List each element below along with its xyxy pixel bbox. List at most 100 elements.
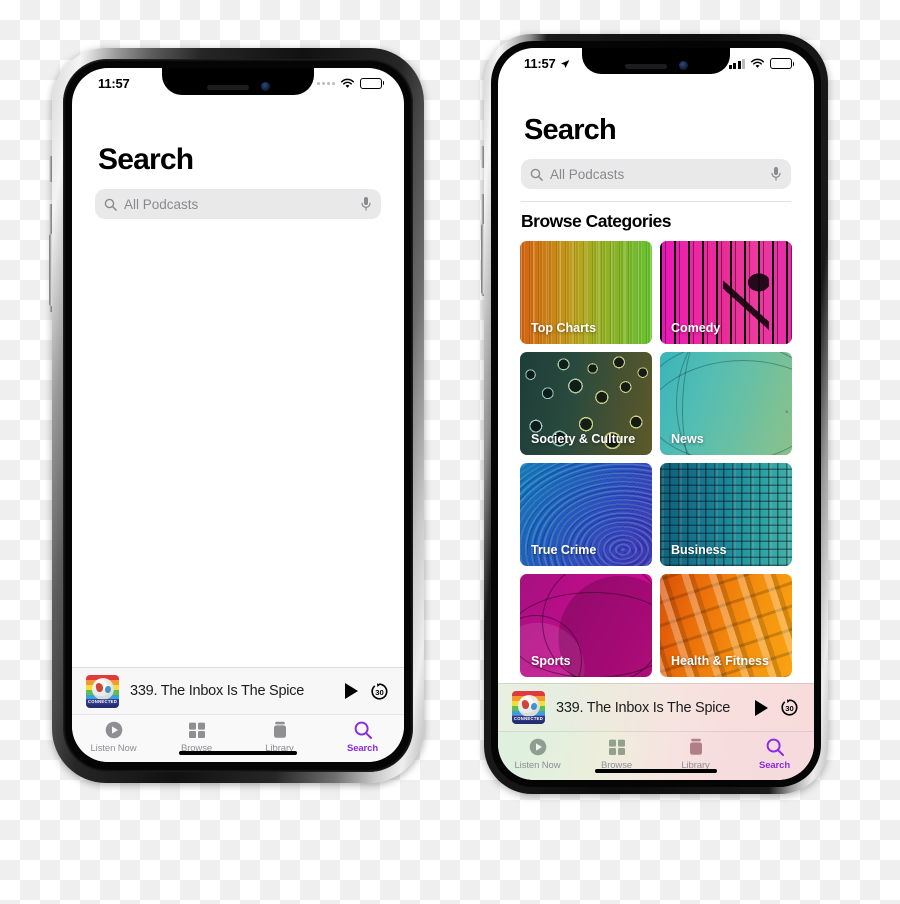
artwork-badge: CONNECTED [86,699,119,706]
home-indicator[interactable] [179,750,297,755]
microphone-icon[interactable] [360,196,372,212]
notch [582,48,730,74]
status-bar-right-group [317,77,382,89]
tab-label: Listen Now [90,743,137,754]
status-bar-left-group: 11:57 [98,76,130,91]
cellular-bars-icon [728,58,745,69]
tab-label: Search [758,760,791,771]
category-label: Comedy [671,321,721,335]
earpiece-speaker-icon [206,85,249,90]
search-page-left: Search All Podcasts [72,68,404,667]
svg-text:30: 30 [375,687,383,696]
play-icon [345,683,358,699]
wifi-icon [340,78,355,88]
bezel: 11:57 Search All Podcasts Browse Categor… [491,41,821,787]
category-label: Sports [531,654,571,668]
globe-icon [91,678,114,701]
cellular-dots-icon [317,81,335,85]
category-tile-news[interactable]: News [660,352,792,455]
category-tile-business[interactable]: Business [660,463,792,566]
app-body-right: Search All Podcasts Browse Categories To… [498,48,814,780]
tab-listen-now[interactable]: Listen Now [498,737,577,780]
phone-right: 11:57 Search All Podcasts Browse Categor… [481,34,828,794]
now-playing-bar[interactable]: CONNECTED 339. The Inbox Is The Spice 30 [72,667,404,714]
page-title: Search [524,114,617,146]
tab-label: Search [346,743,379,754]
skip-forward-30-button[interactable]: 30 [779,697,800,718]
tab-library[interactable]: Library [238,720,321,762]
magnifier-icon [766,738,784,756]
location-arrow-icon [560,59,569,68]
search-input[interactable]: All Podcasts [95,189,381,219]
browse-categories-heading: Browse Categories [521,211,672,231]
category-tile-sports[interactable]: Sports [520,574,652,677]
section-divider [521,201,791,202]
status-bar-left-group: 11:57 [524,56,570,71]
app-body-left: Search All Podcasts CONNECTED 339. The I… [72,68,404,762]
tab-listen-now[interactable]: Listen Now [72,720,155,762]
now-playing-artwork[interactable]: CONNECTED [86,674,119,708]
bezel: 11:57 Search All Podcasts CONNECTED 339.… [63,59,413,772]
tab-browse[interactable]: Browse [155,720,238,762]
screen-right: 11:57 Search All Podcasts Browse Categor… [498,48,814,780]
now-playing-bar[interactable]: CONNECTED 339. The Inbox Is The Spice 30 [498,683,814,731]
tab-search[interactable]: Search [321,720,404,762]
category-tile-society-culture[interactable]: Society & Culture [520,352,652,455]
page-title: Search [98,143,194,176]
power-button[interactable] [481,224,484,294]
tab-browse[interactable]: Browse [577,737,656,780]
category-tile-comedy[interactable]: Comedy [660,241,792,344]
search-icon [104,198,117,211]
front-camera-icon [260,82,270,91]
category-tile-true-crime[interactable]: True Crime [520,463,652,566]
skip-forward-30-icon: 30 [371,682,388,700]
grid-squares-icon [188,722,205,738]
now-playing-artwork[interactable]: CONNECTED [512,691,545,724]
category-label: News [671,432,704,446]
tab-label: Listen Now [514,760,561,771]
clock-time: 11:57 [98,75,130,91]
category-tile-health-fitness[interactable]: Health & Fitness [660,574,792,677]
battery-icon [770,58,792,69]
search-input[interactable]: All Podcasts [521,159,791,189]
skip-forward-30-icon: 30 [781,699,798,716]
play-button[interactable] [345,683,358,699]
magnifier-icon [354,721,372,739]
power-button[interactable] [49,234,52,306]
category-label: True Crime [531,543,597,557]
front-camera-icon [678,61,688,70]
clock-time: 11:57 [524,56,556,71]
phone-left: 11:57 Search All Podcasts CONNECTED 339.… [49,48,424,783]
now-playing-title: 339. The Inbox Is The Spice [130,683,305,699]
play-button[interactable] [755,699,768,716]
tab-search[interactable]: Search [735,737,814,780]
category-tile-top-charts[interactable]: Top Charts [520,241,652,344]
notch [162,68,314,95]
battery-icon [360,77,382,89]
mute-switch[interactable] [481,146,484,168]
artwork-badge: CONNECTED [512,715,545,722]
play-circle-icon [529,738,546,756]
wifi-icon [750,58,765,68]
earpiece-speaker-icon [624,64,667,69]
category-label: Health & Fitness [671,654,769,668]
grid-squares-icon [608,739,625,755]
microphone-icon[interactable] [770,166,782,182]
search-placeholder: All Podcasts [550,166,625,182]
category-label: Top Charts [531,321,597,335]
category-label: Business [671,543,727,557]
home-indicator[interactable] [595,768,717,773]
search-placeholder: All Podcasts [124,196,199,212]
skip-forward-30-button[interactable]: 30 [369,681,390,702]
svg-text:30: 30 [785,704,793,713]
category-grid: Top Charts Comedy Society & Culture News… [520,241,792,677]
search-page-right[interactable]: Search All Podcasts Browse Categories To… [498,48,814,683]
mute-switch[interactable] [49,156,52,182]
tab-library[interactable]: Library [656,737,735,780]
now-playing-title: 339. The Inbox Is The Spice [556,699,731,716]
play-icon [755,699,768,716]
status-bar-right-group [728,58,792,69]
screen-left: 11:57 Search All Podcasts CONNECTED 339.… [72,68,404,762]
category-label: Society & Culture [531,432,636,446]
globe-icon [517,694,540,717]
